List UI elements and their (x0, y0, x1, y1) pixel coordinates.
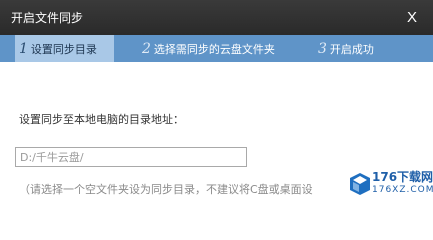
step-set-sync-directory: 1 设置同步目录 (15, 35, 114, 62)
directory-path-input[interactable] (15, 147, 247, 167)
step-sync-enabled: 3 开启成功 (318, 35, 374, 62)
hint-text: （请选择一个空文件夹设为同步目录，不建议将C盘或桌面设 (19, 183, 313, 196)
watermark-brand: 176下载网 (372, 170, 433, 184)
step-number: 3 (318, 40, 327, 57)
watermark-site: 176XZ.COM (372, 185, 433, 195)
close-icon: X (406, 8, 417, 26)
step-label: 选择需同步的云盘文件夹 (153, 42, 275, 56)
step-label: 开启成功 (329, 42, 374, 56)
title-bar: 开启文件同步 X (0, 0, 433, 35)
step-number: 2 (142, 40, 151, 57)
site-watermark: 176下载网 176XZ.COM (350, 166, 433, 206)
step-label: 设置同步目录 (30, 42, 97, 56)
window-title: 开启文件同步 (11, 11, 84, 25)
site-logo-icon (350, 173, 370, 195)
step-bar: 1 设置同步目录 2 选择需同步的云盘文件夹 3 开启成功 (0, 35, 433, 62)
step-select-cloud-folder: 2 选择需同步的云盘文件夹 (142, 35, 275, 62)
close-button[interactable]: X (401, 6, 423, 28)
directory-label: 设置同步至本地电脑的目录地址： (19, 113, 184, 126)
step-number: 1 (19, 40, 28, 57)
